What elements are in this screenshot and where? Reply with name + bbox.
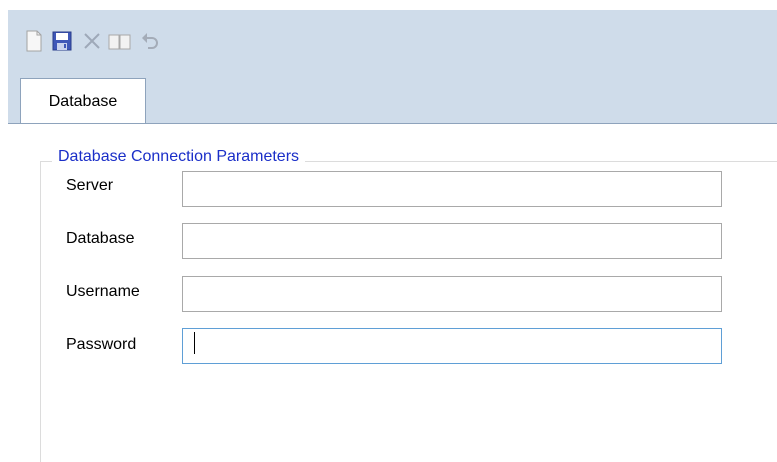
toolbar [8,10,777,78]
undo-button[interactable] [136,27,164,55]
tab-panel-database: Database Connection Parameters Server Da… [8,123,777,462]
undo-icon [142,33,158,49]
connection-group-title: Database Connection Parameters [52,148,306,166]
text-caret [194,332,195,354]
username-field[interactable] [182,276,722,312]
top-strip [0,0,777,10]
server-field[interactable] [182,171,722,207]
delete-button[interactable] [78,27,106,55]
tab-database-label: Database [48,92,118,110]
username-label: Username [66,283,140,300]
new-icon [26,30,42,52]
server-label: Server [66,177,114,194]
password-label: Password [66,336,137,353]
copy-icon [108,34,131,50]
settings-window: Database Database Connection Parameters … [8,10,777,462]
database-field[interactable] [182,223,722,259]
save-icon [52,31,72,51]
tab-strip: Database [8,78,777,124]
delete-icon [84,33,100,49]
tab-database[interactable]: Database [20,78,146,124]
database-label: Database [66,230,135,247]
copy-button[interactable] [106,27,134,55]
new-button[interactable] [20,27,48,55]
password-field[interactable] [182,328,722,364]
save-button[interactable] [48,27,76,55]
